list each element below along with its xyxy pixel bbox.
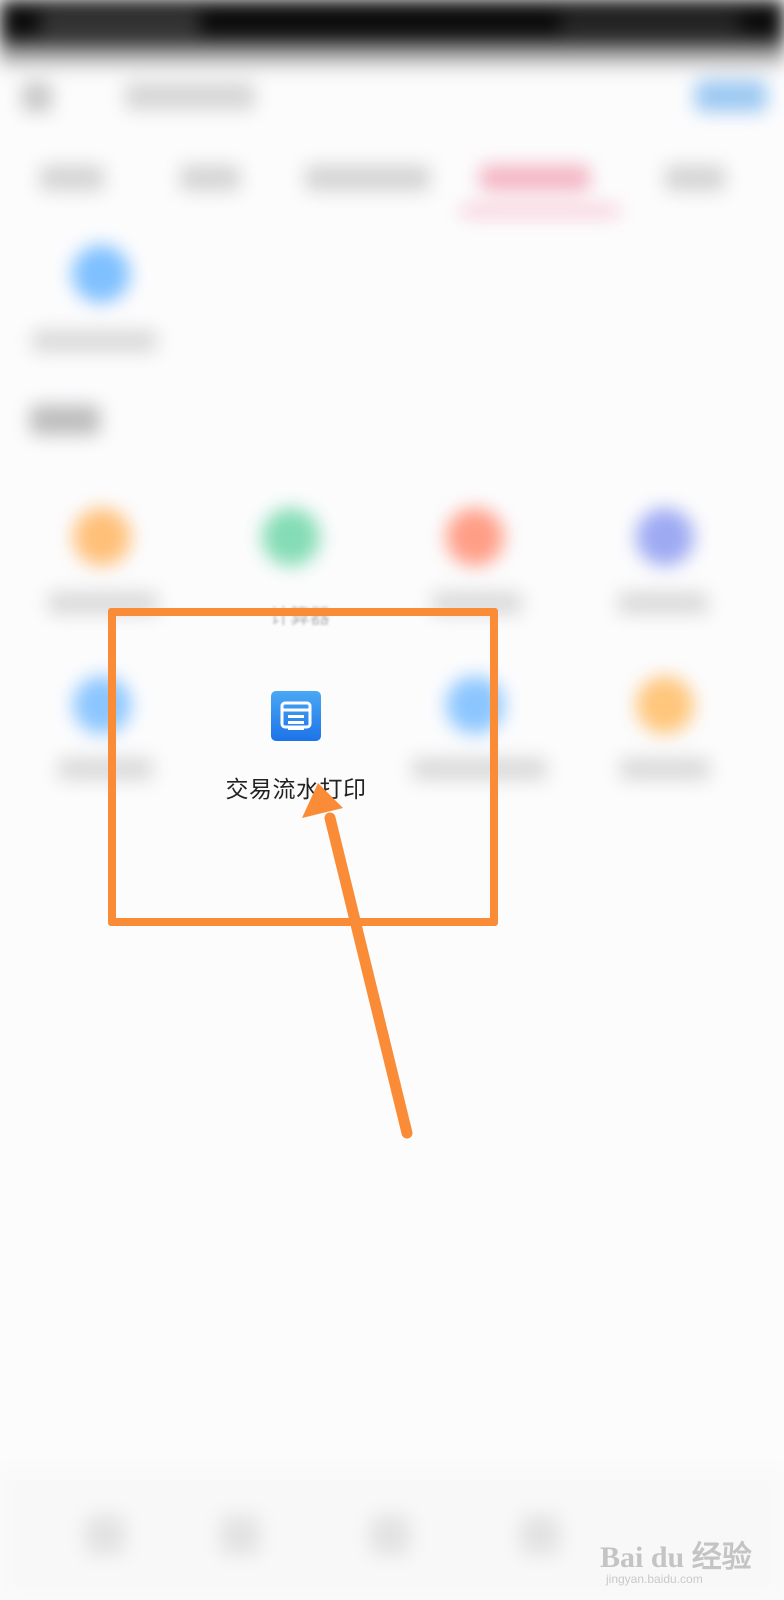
annotation-arrow	[302, 783, 413, 1139]
watermark-sub: jingyan.baidu.com	[606, 1572, 703, 1586]
screen: 计算器 交易流水打印 Bai du 经验 jingyan.baidu.com	[0, 0, 784, 1600]
baidu-jingyan-watermark: Bai du 经验 jingyan.baidu.com	[600, 1532, 780, 1592]
watermark-main: Bai du 经验	[600, 1541, 752, 1574]
